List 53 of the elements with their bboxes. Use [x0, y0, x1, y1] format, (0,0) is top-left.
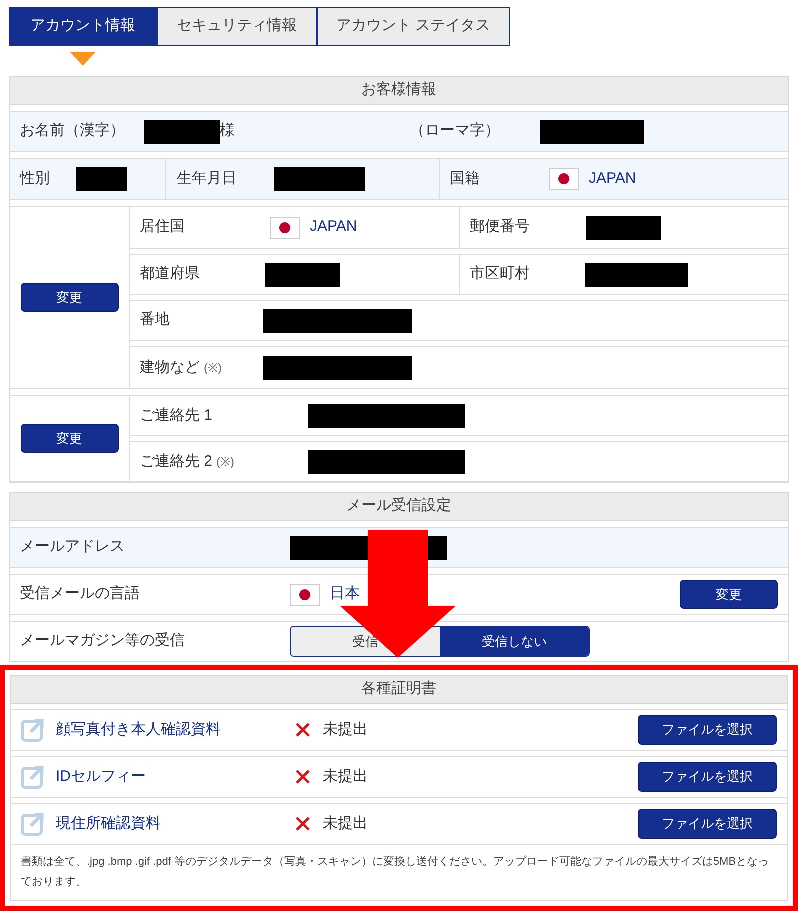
field-label: 市区町村: [470, 264, 531, 284]
field-label: メールアドレス: [20, 537, 126, 558]
field-label: （ローマ字）: [410, 121, 501, 142]
field-label: 生年月日: [177, 168, 238, 189]
document-link[interactable]: IDセルフィー: [56, 766, 296, 788]
file-select-button[interactable]: ファイルを選択: [638, 809, 777, 839]
status-text: 未提出: [323, 766, 368, 787]
language-value: 日本: [330, 584, 360, 604]
tab[interactable]: アカウント ステイタス: [317, 7, 510, 46]
redaction-bar: [76, 167, 127, 191]
field-label: ご連絡先 1: [140, 406, 213, 424]
field-label: 建物など: [140, 358, 200, 376]
country-value: JAPAN: [589, 168, 636, 189]
section-header: メール受信設定: [10, 493, 788, 521]
field-label: 受信メールの言語: [20, 584, 141, 604]
field-label: 性別: [20, 168, 51, 189]
section-header: お客様情報: [10, 77, 788, 105]
edit-link-icon: [21, 812, 45, 836]
cross-icon: [296, 770, 310, 784]
section-header: 各種証明書: [11, 676, 787, 704]
status-text: 未提出: [323, 814, 368, 834]
country-value: JAPAN: [310, 217, 358, 238]
field-label: ご連絡先 2: [140, 452, 213, 470]
tab[interactable]: セキュリティ情報: [157, 7, 317, 46]
flag-icon: [290, 584, 320, 606]
field-label: 番地: [140, 310, 171, 330]
field-label: 郵便番号: [470, 217, 531, 238]
edit-link-icon: [21, 765, 45, 789]
cross-icon: [296, 817, 310, 831]
field-label: お名前（漢字）: [20, 121, 126, 142]
cross-icon: [296, 723, 310, 737]
toggle-option[interactable]: 受信しない: [440, 627, 589, 656]
file-select-button[interactable]: ファイルを選択: [638, 762, 777, 792]
field-label: 都道府県: [140, 264, 201, 284]
change-button[interactable]: 変更: [680, 580, 778, 609]
tab[interactable]: アカウント情報: [9, 7, 157, 46]
edit-link-icon: [21, 718, 45, 742]
document-link[interactable]: 現住所確認資料: [56, 812, 296, 836]
change-button[interactable]: 変更: [20, 283, 118, 312]
pointer-icon: [70, 52, 96, 66]
note-mark: (※): [204, 360, 222, 374]
file-select-button[interactable]: ファイルを選択: [638, 715, 777, 745]
flag-icon: [549, 168, 579, 190]
note-mark: (※): [216, 454, 235, 468]
note-text: 書類は全て、.jpg .bmp .gif .pdf 等のデジタルデータ（写真・スキャン）に変換し送付ください。アップロード可能なファイルの最大サイズは5MBとなっております。: [20, 854, 770, 890]
document-link[interactable]: 顔写真付き本人確認資料: [56, 718, 296, 742]
field-label: メールマガジン等の受信: [20, 631, 186, 652]
field-label: 様: [220, 121, 235, 142]
change-button[interactable]: 変更: [20, 424, 118, 453]
flag-icon: [270, 216, 300, 238]
status-text: 未提出: [323, 720, 368, 740]
field-label: 国籍: [450, 168, 481, 189]
field-label: 居住国: [140, 217, 186, 238]
